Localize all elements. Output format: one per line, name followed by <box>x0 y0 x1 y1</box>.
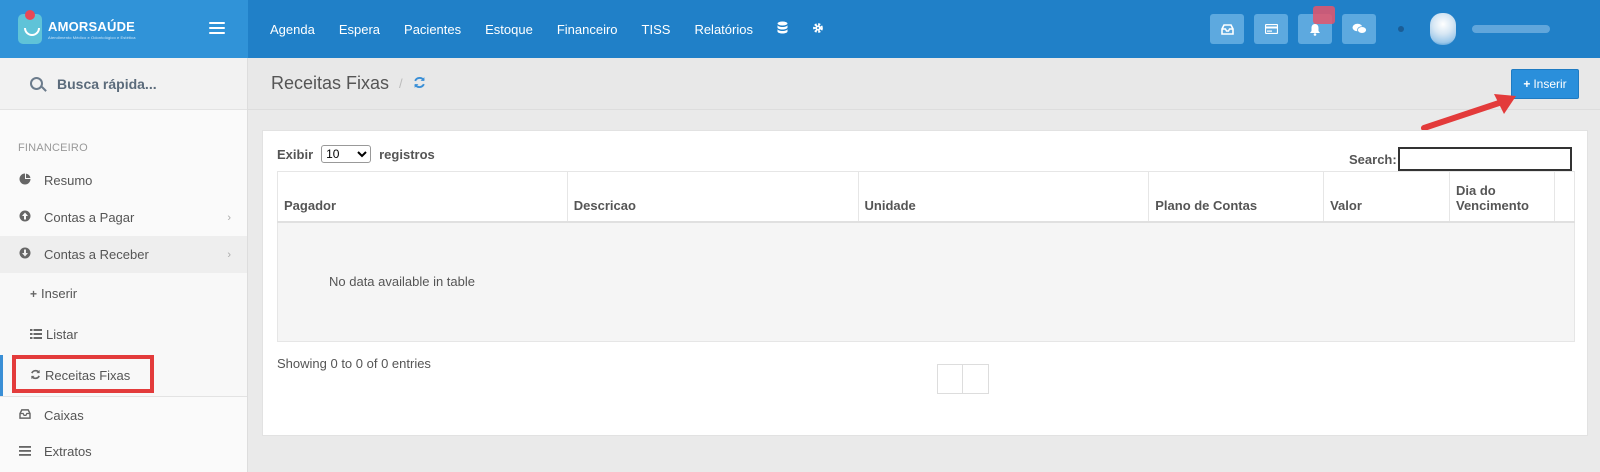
nav-tiss[interactable]: TISS <box>642 22 671 37</box>
status-dot <box>1398 26 1404 32</box>
length-label-after: registros <box>379 146 435 162</box>
chat-icon <box>1352 23 1367 34</box>
pagination <box>937 364 989 394</box>
page-title: Receitas Fixas <box>271 73 390 93</box>
sidebar-item-label: Resumo <box>44 173 93 188</box>
brand[interactable]: AMORSAÚDE Atendimento Médico e Odontológ… <box>0 0 248 58</box>
list-icon <box>30 328 42 342</box>
top-nav: Agenda Espera Pacientes Estoque Financei… <box>270 0 848 58</box>
sidebar-subitem-label: Receitas Fixas <box>45 368 131 383</box>
sidebar-item-contas-a-pagar[interactable]: Contas a Pagar › <box>0 199 247 236</box>
gear-icon[interactable] <box>812 22 824 37</box>
nav-pacientes[interactable]: Pacientes <box>404 22 461 37</box>
sidebar-item-resumo[interactable]: Resumo <box>0 162 247 199</box>
top-bar: AMORSAÚDE Atendimento Médico e Odontológ… <box>0 0 1600 58</box>
sidebar-item-label: Caixas <box>44 407 84 423</box>
card-button[interactable] <box>1254 14 1288 44</box>
nav-financeiro[interactable]: Financeiro <box>557 22 618 37</box>
brand-name: AMORSAÚDE <box>48 18 136 34</box>
nav-espera[interactable]: Espera <box>339 22 380 37</box>
breadcrumb-separator: / <box>399 76 403 91</box>
column-header-descricao[interactable]: Descricao <box>566 171 859 223</box>
nav-agenda[interactable]: Agenda <box>270 22 315 37</box>
nav-relatorios[interactable]: Relatórios <box>694 22 753 37</box>
hamburger-menu-icon[interactable] <box>209 22 225 34</box>
sidebar-item-contas-a-receber[interactable]: Contas a Receber › <box>0 236 247 273</box>
column-header-dia-do-vencimento[interactable]: Dia do Vencimento <box>1449 171 1555 223</box>
length-label-before: Exibir <box>277 146 314 162</box>
sidebar-subitem-inserir[interactable]: + Inserir <box>0 273 247 314</box>
avatar[interactable] <box>1430 13 1456 45</box>
page-header: Receitas Fixas / <box>248 58 1600 110</box>
sidebar-item-label: Contas a Pagar <box>44 210 135 225</box>
brand-tagline: Atendimento Médico e Odontológico e Esté… <box>48 34 136 40</box>
table-info: Showing 0 to 0 of 0 entries <box>277 356 431 371</box>
bell-icon <box>1310 23 1320 36</box>
table-search: Search: <box>1349 147 1572 171</box>
insert-button[interactable]: + Inserir <box>1511 69 1579 99</box>
column-header-pagador[interactable]: Pagador <box>277 171 568 223</box>
topbar-right-tools <box>1210 6 1550 45</box>
refresh-icon <box>30 369 41 383</box>
nav-estoque[interactable]: Estoque <box>485 22 533 37</box>
pie-chart-icon <box>19 173 31 188</box>
chat-button[interactable] <box>1342 14 1376 44</box>
quick-search-input[interactable] <box>57 75 217 92</box>
table-search-label: Search: <box>1349 151 1397 167</box>
chevron-right-icon: › <box>227 248 231 261</box>
column-header-unidade[interactable]: Unidade <box>857 171 1150 223</box>
empty-table-message: No data available in table <box>277 221 1575 342</box>
page-length-select[interactable]: 10 <box>321 145 372 163</box>
notification-badge <box>1313 6 1335 24</box>
table-search-input[interactable] <box>1397 147 1572 171</box>
sidebar-item-label: Extratos <box>44 444 92 459</box>
data-table-panel: Exibir 10 registros Search: Pagador Desc… <box>262 130 1588 436</box>
column-header-actions <box>1553 171 1576 223</box>
logo-icon <box>18 10 42 44</box>
arrow-circle-up-icon <box>19 210 31 225</box>
column-header-plano-de-contas[interactable]: Plano de Contas <box>1148 171 1325 223</box>
user-name-blurred[interactable] <box>1472 25 1550 33</box>
insert-button-label: Inserir <box>1533 77 1567 91</box>
sidebar: FINANCEIRO Resumo Contas a Pagar › Conta… <box>0 58 248 472</box>
chevron-right-icon: › <box>227 211 231 224</box>
plus-icon: + <box>1523 77 1531 91</box>
sidebar-item-caixas[interactable]: Caixas <box>0 396 247 433</box>
search-icon <box>30 77 43 90</box>
sidebar-subitem-receitas-fixas[interactable]: Receitas Fixas <box>0 355 247 396</box>
plus-icon: + <box>30 286 38 301</box>
inbox-icon <box>19 408 31 422</box>
length-control: Exibir 10 registros <box>277 145 435 163</box>
sidebar-section-heading: FINANCEIRO <box>18 142 88 154</box>
notifications-button[interactable] <box>1298 6 1335 44</box>
inbox-icon <box>1220 23 1234 35</box>
database-icon[interactable] <box>777 21 788 37</box>
sidebar-subitem-label: Listar <box>46 327 78 342</box>
sidebar-subitem-label: Inserir <box>41 286 78 301</box>
inbox-button[interactable] <box>1210 14 1244 44</box>
card-icon <box>1264 24 1278 34</box>
column-header-valor[interactable]: Valor <box>1323 171 1450 223</box>
arrow-circle-down-icon <box>19 247 31 262</box>
receitas-table: Pagador Descricao Unidade Plano de Conta… <box>277 171 1576 342</box>
sidebar-subitem-listar[interactable]: Listar <box>0 314 247 355</box>
bars-icon <box>19 445 31 459</box>
table-row: No data available in table <box>277 221 1575 342</box>
pagination-previous-button[interactable] <box>937 364 963 394</box>
quick-search <box>0 58 247 110</box>
refresh-icon[interactable] <box>413 76 426 92</box>
sidebar-item-extratos[interactable]: Extratos <box>0 433 247 470</box>
sidebar-item-label: Contas a Receber <box>44 247 149 262</box>
pagination-next-button[interactable] <box>963 364 989 394</box>
